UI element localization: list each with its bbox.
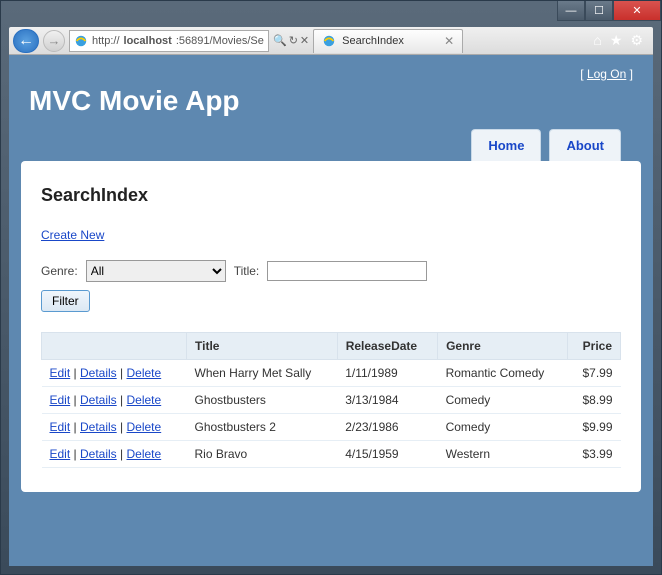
window-frame: — ☐ ✕ ← → http:// localhost :56891/Movies/… — [0, 0, 662, 575]
logon-area: [ Log On ] — [29, 67, 633, 81]
genre-select[interactable]: All — [86, 260, 226, 282]
close-button[interactable]: ✕ — [613, 1, 661, 21]
tab-close-icon[interactable]: ✕ — [444, 34, 454, 48]
search-icon[interactable]: 🔍 — [273, 34, 287, 47]
genre-label: Genre: — [41, 264, 78, 278]
app-title: MVC Movie App — [29, 85, 633, 117]
page-viewport: [ Log On ] MVC Movie App Home About Sear… — [9, 55, 653, 566]
col-actions — [42, 333, 187, 360]
col-price: Price — [568, 333, 621, 360]
cell-actions: Edit | Details | Delete — [42, 414, 187, 441]
col-title: Title — [187, 333, 338, 360]
details-link[interactable]: Details — [80, 366, 117, 380]
cell-price: $8.99 — [568, 387, 621, 414]
cell-release: 1/11/1989 — [337, 360, 437, 387]
col-release: ReleaseDate — [337, 333, 437, 360]
tab-strip: SearchIndex ✕ — [313, 29, 583, 53]
cell-release: 4/15/1959 — [337, 441, 437, 468]
details-link[interactable]: Details — [80, 447, 117, 461]
page-header: [ Log On ] MVC Movie App Home About — [9, 55, 653, 161]
home-icon[interactable]: ⌂ — [593, 32, 601, 49]
table-header-row: Title ReleaseDate Genre Price — [42, 333, 621, 360]
browser-tab[interactable]: SearchIndex ✕ — [313, 29, 463, 53]
edit-link[interactable]: Edit — [50, 447, 71, 461]
cell-release: 3/13/1984 — [337, 387, 437, 414]
logon-link[interactable]: Log On — [587, 67, 626, 81]
title-input[interactable] — [267, 261, 427, 281]
cell-genre: Comedy — [438, 387, 568, 414]
cell-title: When Harry Met Sally — [187, 360, 338, 387]
window-controls: — ☐ ✕ — [557, 1, 661, 21]
delete-link[interactable]: Delete — [127, 366, 162, 380]
filter-button[interactable]: Filter — [41, 290, 90, 312]
table-row: Edit | Details | DeleteGhostbusters3/13/… — [42, 387, 621, 414]
content-panel: SearchIndex Create New Genre: All Title:… — [21, 161, 641, 492]
ie-icon — [74, 34, 88, 48]
cell-title: Ghostbusters — [187, 387, 338, 414]
title-label: Title: — [234, 264, 260, 278]
edit-link[interactable]: Edit — [50, 366, 71, 380]
create-new-link[interactable]: Create New — [41, 228, 104, 242]
cell-price: $7.99 — [568, 360, 621, 387]
cell-release: 2/23/1986 — [337, 414, 437, 441]
url-rest: :56891/Movies/Se — [176, 35, 264, 47]
cell-genre: Comedy — [438, 414, 568, 441]
cell-title: Ghostbusters 2 — [187, 414, 338, 441]
cell-genre: Romantic Comedy — [438, 360, 568, 387]
bracket-left: [ — [580, 67, 587, 81]
url-prefix: http:// — [92, 35, 120, 47]
favorites-icon[interactable]: ★ — [610, 32, 623, 49]
edit-link[interactable]: Edit — [50, 393, 71, 407]
col-genre: Genre — [438, 333, 568, 360]
cell-title: Rio Bravo — [187, 441, 338, 468]
cell-actions: Edit | Details | Delete — [42, 441, 187, 468]
nav-home[interactable]: Home — [471, 129, 541, 161]
details-link[interactable]: Details — [80, 420, 117, 434]
maximize-button[interactable]: ☐ — [585, 1, 613, 21]
cell-price: $9.99 — [568, 414, 621, 441]
movies-table: Title ReleaseDate Genre Price Edit | Det… — [41, 332, 621, 468]
browser-toolbar: ← → http:// localhost :56891/Movies/Se 🔍 ↻… — [9, 27, 653, 55]
delete-link[interactable]: Delete — [127, 420, 162, 434]
ie-icon — [322, 34, 336, 48]
titlebar: — ☐ ✕ — [1, 1, 661, 27]
back-button[interactable]: ← — [13, 29, 39, 53]
page-heading: SearchIndex — [41, 185, 621, 206]
cell-genre: Western — [438, 441, 568, 468]
minimize-button[interactable]: — — [557, 1, 585, 21]
gear-icon[interactable]: ⚙ — [630, 32, 643, 49]
table-row: Edit | Details | DeleteRio Bravo4/15/195… — [42, 441, 621, 468]
bracket-right: ] — [626, 67, 633, 81]
main-nav: Home About — [29, 129, 633, 161]
toolbar-right-icons: ⌂ ★ ⚙ — [587, 32, 649, 49]
forward-button[interactable]: → — [43, 30, 65, 52]
cell-price: $3.99 — [568, 441, 621, 468]
filter-row: Genre: All Title: — [41, 260, 621, 282]
url-host: localhost — [124, 35, 172, 47]
delete-link[interactable]: Delete — [127, 393, 162, 407]
table-row: Edit | Details | DeleteWhen Harry Met Sa… — [42, 360, 621, 387]
refresh-icon[interactable]: ↻ — [289, 34, 298, 47]
tab-title: SearchIndex — [342, 35, 404, 47]
details-link[interactable]: Details — [80, 393, 117, 407]
cell-actions: Edit | Details | Delete — [42, 387, 187, 414]
edit-link[interactable]: Edit — [50, 420, 71, 434]
nav-about[interactable]: About — [549, 129, 621, 161]
stop-icon[interactable]: ✕ — [300, 34, 309, 47]
table-row: Edit | Details | DeleteGhostbusters 22/2… — [42, 414, 621, 441]
cell-actions: Edit | Details | Delete — [42, 360, 187, 387]
delete-link[interactable]: Delete — [127, 447, 162, 461]
url-action-icons: 🔍 ↻ ✕ — [273, 34, 309, 47]
address-bar[interactable]: http:// localhost :56891/Movies/Se — [69, 30, 269, 52]
